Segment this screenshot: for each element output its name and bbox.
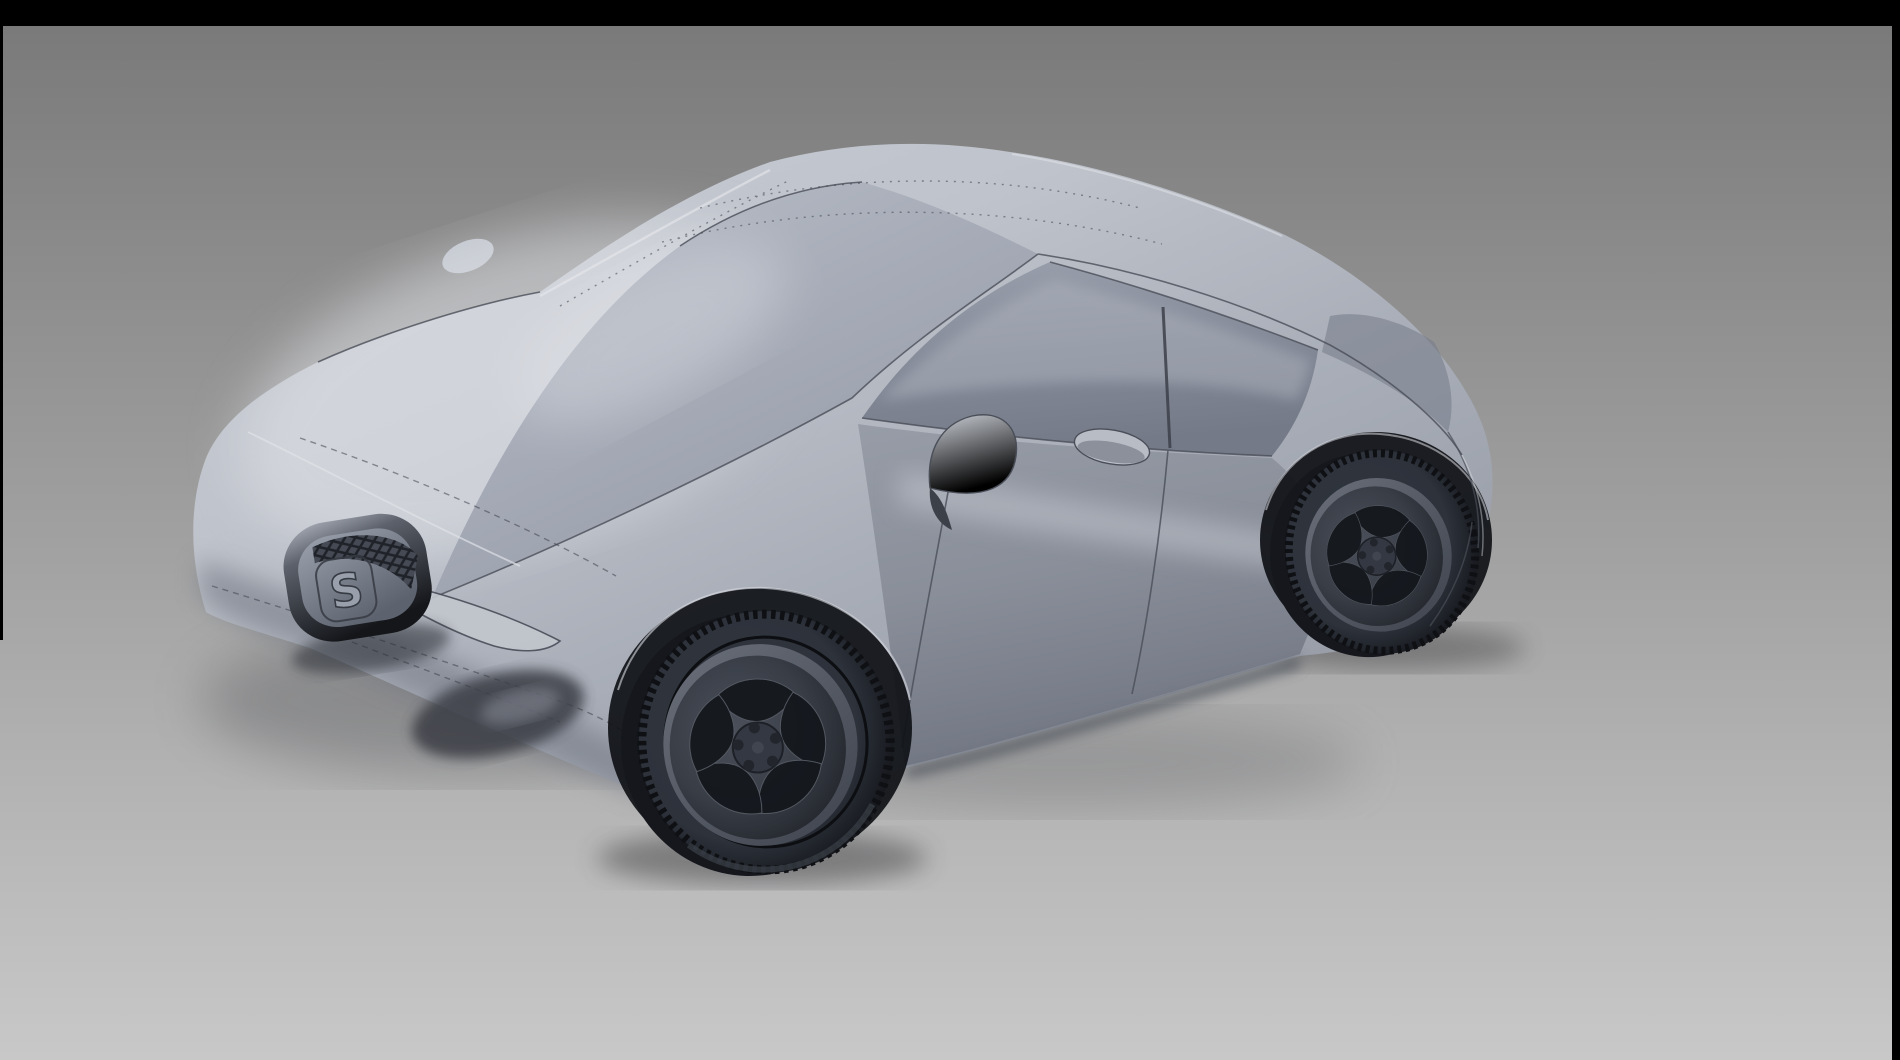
app-window: S bbox=[0, 0, 1900, 1060]
letterbox-left-strip bbox=[0, 0, 3, 640]
viewport-3d[interactable]: S bbox=[0, 0, 1900, 1060]
letterbox-top-bar bbox=[0, 0, 1900, 26]
letterbox-right-strip bbox=[1892, 0, 1900, 1060]
